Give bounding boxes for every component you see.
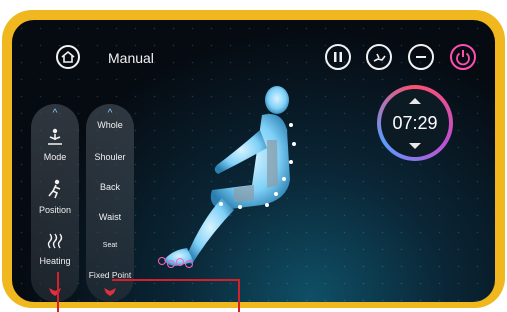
timer-dial[interactable]: 07:29 (377, 85, 453, 161)
area-item-seat[interactable]: Seat (86, 242, 134, 249)
home-icon (61, 50, 75, 63)
recline-chair-icon (373, 53, 386, 62)
minus-icon (416, 56, 426, 58)
timer-up-icon[interactable] (408, 97, 422, 105)
person-walk-icon (48, 179, 61, 199)
scroll-handle-icon[interactable] (48, 287, 62, 297)
menu-item-position[interactable]: Position (31, 174, 79, 222)
callout-line (112, 279, 240, 281)
massage-point (238, 205, 242, 209)
menu-item-heating-label: Heating (39, 256, 71, 266)
callout-line (238, 279, 240, 312)
menu-item-heating[interactable]: Heating (31, 226, 79, 274)
menu-item-position-label: Position (38, 205, 72, 215)
body-figure-illustration (164, 86, 290, 266)
home-button[interactable] (56, 45, 80, 69)
recline-button[interactable] (366, 44, 392, 70)
foot-point (185, 260, 193, 268)
massage-point (289, 123, 293, 127)
area-scroll-up-icon[interactable]: ^ (86, 108, 134, 119)
meditation-icon (48, 128, 62, 145)
pause-icon (334, 52, 342, 62)
scroll-up-icon[interactable]: ^ (31, 108, 79, 119)
area-item-waist[interactable]: Waist (86, 212, 134, 222)
area-item-shoulder[interactable]: Shouler (86, 152, 134, 162)
massage-point (289, 160, 293, 164)
power-icon (456, 50, 470, 66)
massage-point (274, 192, 278, 196)
power-button[interactable] (450, 44, 476, 70)
timer-value: 07:29 (392, 113, 438, 133)
massage-point (292, 142, 296, 146)
area-item-whole[interactable]: Whole (86, 120, 134, 130)
area-menu: ^ Whole Shouler Back Waist Seat Fixed Po… (86, 104, 134, 302)
foot-point (158, 257, 166, 265)
menu-item-mode-label: Mode (43, 152, 67, 162)
pause-button[interactable] (325, 44, 351, 70)
massage-point (282, 177, 286, 181)
massage-point (219, 202, 223, 206)
heat-waves-icon (47, 233, 63, 249)
page-title: Manual (108, 50, 154, 66)
area-item-back[interactable]: Back (86, 182, 134, 192)
minus-button[interactable] (408, 44, 434, 70)
foot-point (176, 258, 184, 266)
area-scroll-handle-icon[interactable] (103, 287, 117, 297)
massage-point (265, 203, 269, 207)
mode-menu: ^ Mode Position Heating (31, 104, 79, 302)
menu-item-mode[interactable]: Mode (31, 122, 79, 170)
foot-point (167, 260, 175, 268)
massage-chair-screen: Manual ^ Mode Position Heating ^ Whole S… (12, 20, 495, 302)
timer-down-icon[interactable] (408, 142, 422, 150)
callout-line (57, 272, 59, 312)
